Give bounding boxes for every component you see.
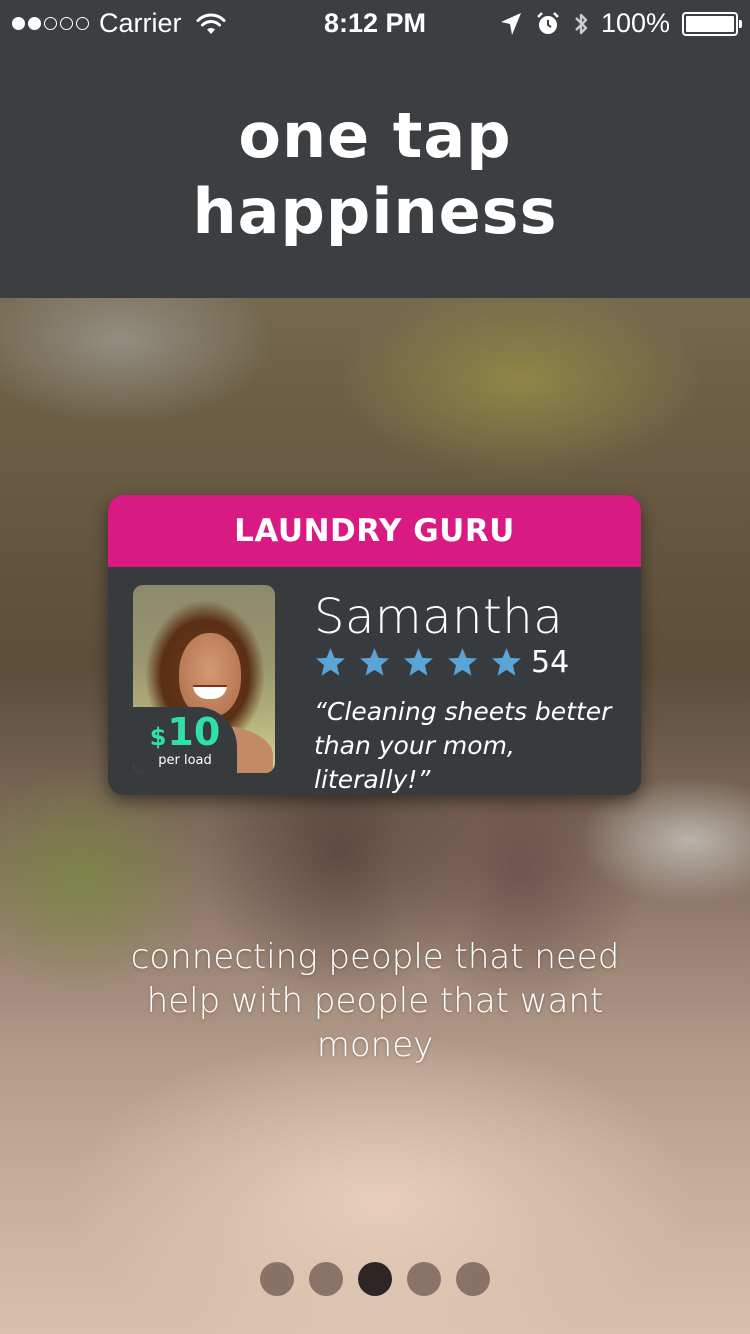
star-icon (360, 648, 389, 676)
page-dot-2[interactable] (309, 1262, 343, 1296)
provider-name: Samantha (314, 589, 564, 645)
page-header: one tap happiness (0, 50, 750, 298)
provider-card[interactable]: LAUNDRY GURU $ 10 per load Samantha 54 “ (108, 495, 641, 795)
quote-line-2: than your mom, literally!” (314, 731, 515, 794)
bluetooth-icon (575, 13, 588, 34)
star-icon (316, 648, 345, 676)
provider-avatar: $ 10 per load (133, 585, 275, 773)
page-indicator (0, 1262, 750, 1296)
card-category-title: LAUNDRY GURU (108, 495, 641, 567)
page-dot-3-active[interactable] (358, 1262, 392, 1296)
page-title-line-1: one tap (238, 99, 512, 172)
star-icon (404, 648, 433, 676)
star-icon (448, 648, 477, 676)
page-dot-5[interactable] (456, 1262, 490, 1296)
battery-percent: 100% (600, 8, 670, 38)
page-dot-4[interactable] (407, 1262, 441, 1296)
price-value: 10 (167, 709, 221, 754)
rating-count: 54 (531, 645, 570, 680)
provider-quote: “Cleaning sheets better than your mom, l… (314, 695, 632, 795)
price-unit: per load (158, 752, 212, 768)
alarm-clock-icon (537, 11, 559, 34)
page-title-line-2: happiness (192, 175, 558, 248)
star-icon (492, 648, 521, 676)
page-dot-1[interactable] (260, 1262, 294, 1296)
battery-icon (682, 11, 742, 36)
tagline: connecting people that need help with pe… (130, 937, 620, 1065)
quote-line-1: “Cleaning sheets better (314, 697, 612, 726)
location-arrow-icon (500, 12, 521, 35)
rating: 54 (314, 645, 569, 680)
price-badge: $ 10 per load (133, 707, 237, 773)
price-currency: $ (149, 722, 167, 751)
status-right: 100% (499, 8, 742, 39)
status-bar: Carrier 8:12 PM 100% (0, 0, 750, 50)
card-body: $ 10 per load Samantha 54 “Cleaning shee… (108, 567, 641, 795)
